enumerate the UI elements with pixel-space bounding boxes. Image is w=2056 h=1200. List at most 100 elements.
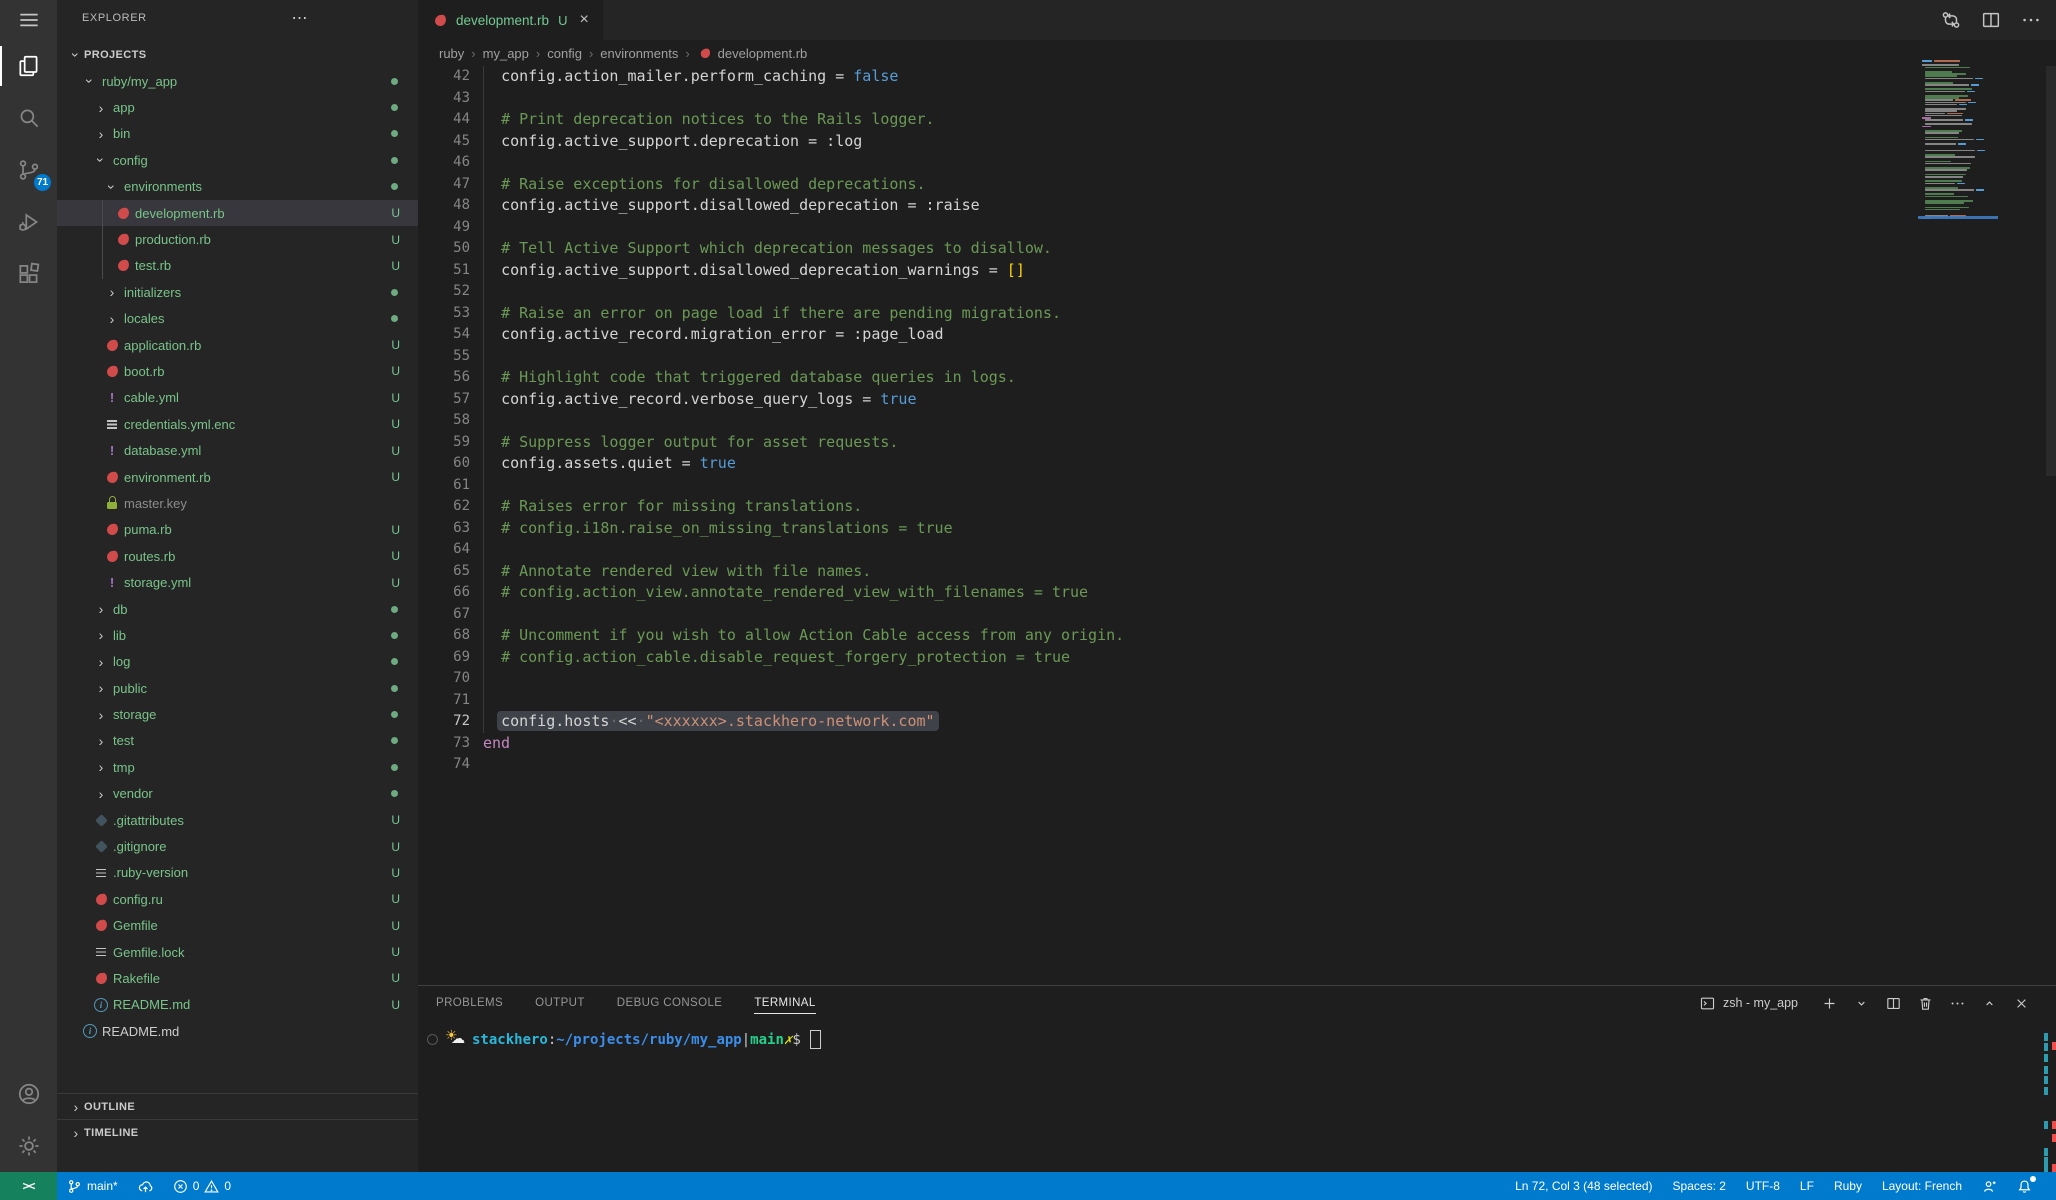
tree-item-routes-rb[interactable]: routes.rbU (57, 543, 418, 569)
panel-tab-terminal[interactable]: TERMINAL (754, 993, 815, 1014)
tree-item-production-rb[interactable]: production.rbU (57, 226, 418, 252)
code-line-45[interactable]: 45 config.active_support.deprecation = :… (418, 131, 1916, 153)
sidebar-item-explorer[interactable] (0, 40, 57, 92)
code-line-64[interactable]: 64 (418, 539, 1916, 561)
tree-item-environments[interactable]: environments (57, 174, 418, 200)
terminal-instance[interactable]: zsh - my_app (1699, 995, 1798, 1012)
tree-item-config-ru[interactable]: config.ruU (57, 886, 418, 912)
code-line-69[interactable]: 69 # config.action_cable.disable_request… (418, 647, 1916, 669)
sidebar-item-run-debug[interactable] (0, 196, 57, 248)
breadcrumb-item[interactable]: environments (600, 46, 696, 61)
problems-status-item[interactable]: 0 0 (163, 1172, 241, 1200)
code-line-51[interactable]: 51 config.active_support.disallowed_depr… (418, 260, 1916, 282)
code-line-61[interactable]: 61 (418, 475, 1916, 497)
breadcrumb-item[interactable]: config (547, 46, 600, 61)
code-line-60[interactable]: 60 config.assets.quiet = true (418, 453, 1916, 475)
code-line-70[interactable]: 70 (418, 668, 1916, 690)
code-line-63[interactable]: 63 # config.i18n.raise_on_missing_transl… (418, 518, 1916, 540)
explorer-more-actions-icon[interactable]: ⋯ (285, 0, 315, 35)
panel-tab-output[interactable]: OUTPUT (535, 993, 585, 1013)
panel-tab-problems[interactable]: PROBLEMS (436, 993, 503, 1013)
tree-item-bin[interactable]: bin (57, 121, 418, 147)
tree-item-readme-md[interactable]: README.mdU (57, 992, 418, 1018)
tree-item-database-yml[interactable]: database.ymlU (57, 437, 418, 463)
tree-item-log[interactable]: log (57, 649, 418, 675)
accounts-button[interactable] (0, 1068, 57, 1120)
code-line-74[interactable]: 74 (418, 754, 1916, 776)
remote-indicator[interactable]: >< (0, 1172, 57, 1200)
code-line-56[interactable]: 56 # Highlight code that triggered datab… (418, 367, 1916, 389)
publish-changes-button[interactable] (128, 1172, 163, 1200)
minimap[interactable] (1922, 60, 1992, 222)
trash-icon[interactable] (1917, 995, 1934, 1012)
tree-item-credentials-yml-enc[interactable]: credentials.yml.encU (57, 411, 418, 437)
tree-item-cable-yml[interactable]: cable.ymlU (57, 385, 418, 411)
code-line-44[interactable]: 44 # Print deprecation notices to the Ra… (418, 109, 1916, 131)
code-editor[interactable]: 42 config.action_mailer.perform_caching … (418, 66, 1916, 776)
maximize-panel-icon[interactable] (1981, 995, 1998, 1012)
more-actions-icon[interactable] (2020, 9, 2042, 31)
tree-item-locales[interactable]: locales (57, 306, 418, 332)
code-line-43[interactable]: 43 (418, 88, 1916, 110)
code-line-67[interactable]: 67 (418, 604, 1916, 626)
code-line-68[interactable]: 68 # Uncomment if you wish to allow Acti… (418, 625, 1916, 647)
code-line-42[interactable]: 42 config.action_mailer.perform_caching … (418, 66, 1916, 88)
code-line-52[interactable]: 52 (418, 281, 1916, 303)
feedback-button[interactable] (1972, 1172, 2007, 1200)
code-line-59[interactable]: 59 # Suppress logger output for asset re… (418, 432, 1916, 454)
status-item-spaces-2[interactable]: Spaces: 2 (1663, 1172, 1736, 1200)
close-icon[interactable]: × (579, 12, 588, 28)
breadcrumb-file[interactable]: development.rb (697, 45, 808, 61)
tree-item-lib[interactable]: lib (57, 622, 418, 648)
status-item-lf[interactable]: LF (1790, 1172, 1824, 1200)
code-line-58[interactable]: 58 (418, 410, 1916, 432)
code-line-62[interactable]: 62 # Raises error for missing translatio… (418, 496, 1916, 518)
tree-item--gitignore[interactable]: .gitignoreU (57, 833, 418, 859)
tree-item-master-key[interactable]: master.key (57, 490, 418, 516)
code-line-72[interactable]: 72 config.hosts·<<·"<xxxxxx>.stackhero-n… (418, 711, 1916, 733)
tree-item-tmp[interactable]: tmp (57, 754, 418, 780)
terminal-prompt[interactable]: ☀☁ stackhero : ~/projects/ruby/my_app | … (427, 1030, 821, 1049)
code-line-49[interactable]: 49 (418, 217, 1916, 239)
status-item-ruby[interactable]: Ruby (1824, 1172, 1872, 1200)
editor-scrollbar[interactable] (2046, 66, 2056, 476)
tree-item--gitattributes[interactable]: .gitattributesU (57, 807, 418, 833)
code-line-73[interactable]: 73end (418, 733, 1916, 755)
menu-icon[interactable] (0, 0, 57, 40)
sidebar-item-source-control[interactable]: 71 (0, 144, 57, 196)
code-line-46[interactable]: 46 (418, 152, 1916, 174)
projects-section-header[interactable]: PROJECTS (57, 42, 418, 68)
tree-item-config[interactable]: config (57, 147, 418, 173)
tree-item--ruby-version[interactable]: .ruby-versionU (57, 860, 418, 886)
tree-item-ruby-my-app[interactable]: ruby/my_app (57, 68, 418, 94)
tree-item-storage-yml[interactable]: storage.ymlU (57, 569, 418, 595)
outline-section-header[interactable]: OUTLINE (57, 1093, 418, 1120)
tree-item-application-rb[interactable]: application.rbU (57, 332, 418, 358)
split-editor-icon[interactable] (1980, 9, 2002, 31)
breadcrumb-item[interactable]: my_app (483, 46, 548, 61)
branch-status-item[interactable]: main* (57, 1172, 128, 1200)
code-line-47[interactable]: 47 # Raise exceptions for disallowed dep… (418, 174, 1916, 196)
tree-item-gemfile[interactable]: GemfileU (57, 913, 418, 939)
tree-item-storage[interactable]: storage (57, 701, 418, 727)
close-panel-icon[interactable] (2013, 995, 2030, 1012)
new-terminal-icon[interactable] (1821, 995, 1838, 1012)
code-line-54[interactable]: 54 config.active_record.migration_error … (418, 324, 1916, 346)
code-line-50[interactable]: 50 # Tell Active Support which deprecati… (418, 238, 1916, 260)
code-line-55[interactable]: 55 (418, 346, 1916, 368)
tree-item-test-rb[interactable]: test.rbU (57, 253, 418, 279)
code-line-65[interactable]: 65 # Annotate rendered view with file na… (418, 561, 1916, 583)
tree-item-development-rb[interactable]: development.rbU (57, 200, 418, 226)
status-item-ln-72-col-3-48-selected[interactable]: Ln 72, Col 3 (48 selected) (1505, 1172, 1662, 1200)
more-actions-icon[interactable] (1949, 995, 1966, 1012)
tree-item-puma-rb[interactable]: puma.rbU (57, 517, 418, 543)
code-line-48[interactable]: 48 config.active_support.disallowed_depr… (418, 195, 1916, 217)
timeline-section-header[interactable]: TIMELINE (57, 1119, 418, 1146)
tree-item-rakefile[interactable]: RakefileU (57, 965, 418, 991)
tree-item-app[interactable]: app (57, 94, 418, 120)
tab-development-rb[interactable]: development.rb U × (418, 0, 603, 40)
code-line-53[interactable]: 53 # Raise an error on page load if ther… (418, 303, 1916, 325)
tree-item-gemfile-lock[interactable]: Gemfile.lockU (57, 939, 418, 965)
split-terminal-icon[interactable] (1885, 995, 1902, 1012)
open-changes-icon[interactable] (1940, 9, 1962, 31)
